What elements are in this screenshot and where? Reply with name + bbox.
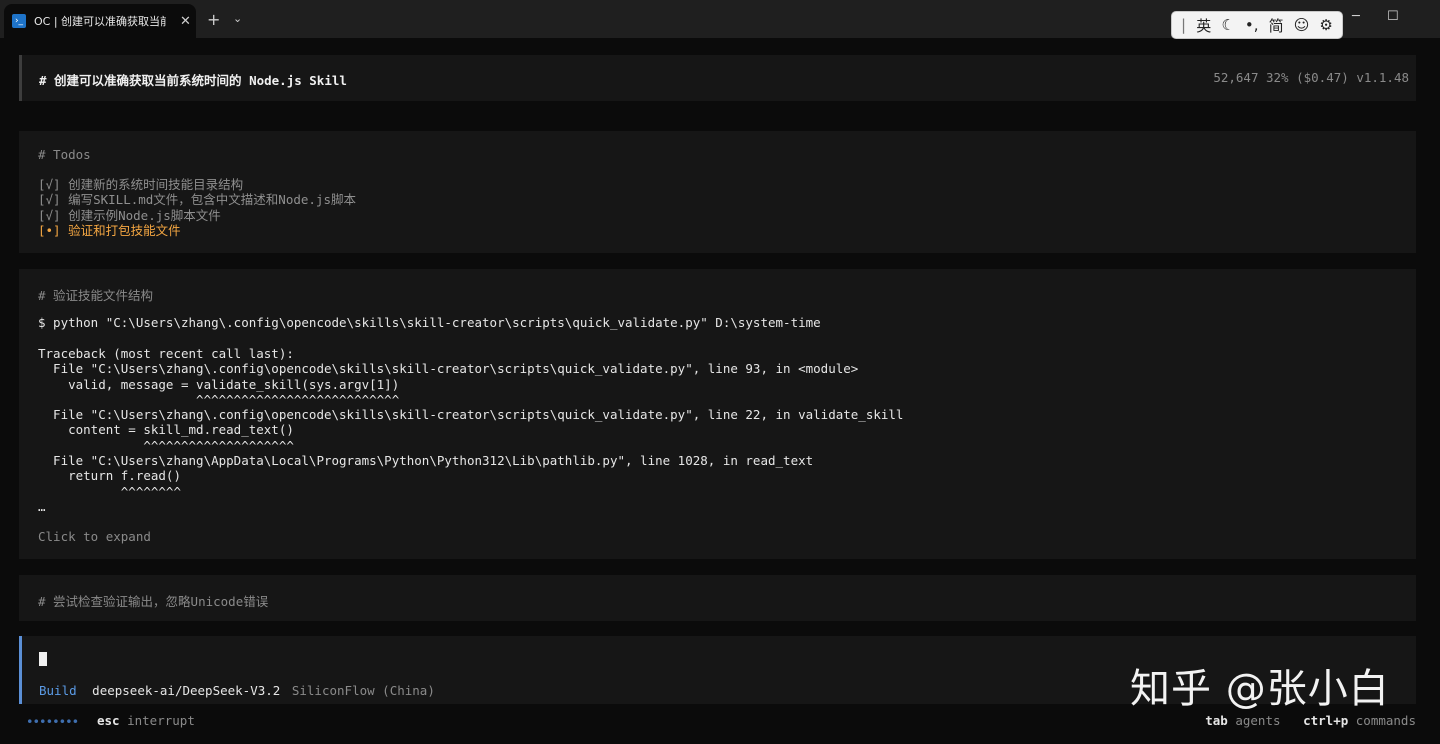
ime-language-toggle[interactable]: 英 (1196, 15, 1211, 36)
traceback-line: return f.read() (38, 468, 181, 484)
todo-item: [√] 创建示例Node.js脚本文件 (38, 207, 221, 223)
agent-mode[interactable]: Build (39, 683, 77, 698)
close-tab-icon[interactable]: ✕ (180, 14, 191, 29)
maximize-button[interactable]: ☐ (1387, 9, 1399, 24)
session-stats: 52,647 32% ($0.47) v1.1.48 (1213, 70, 1409, 85)
emoji-icon[interactable]: ☺ (1294, 16, 1310, 34)
expand-output-link[interactable]: Click to expand (38, 529, 151, 544)
esc-key: esc (97, 713, 120, 728)
try-title: # 尝试检查验证输出，忽略Unicode错误 (38, 594, 269, 609)
todo-item: [√] 编写SKILL.md文件，包含中文描述和Node.js脚本 (38, 192, 356, 208)
gear-icon[interactable]: ⚙ (1319, 16, 1332, 34)
footer-right-hints: tab agents ctrl+p commands (1205, 713, 1416, 728)
traceback-line: ^^^^^^^^^^^^^^^^^^^^ (38, 437, 294, 453)
moon-icon[interactable]: ☾ (1221, 16, 1234, 34)
traceback-line: ^^^^^^^^^^^^^^^^^^^^^^^^^^^ (38, 391, 400, 407)
model-name: deepseek-ai/DeepSeek-V3.2 (92, 683, 281, 698)
new-tab-button[interactable]: + (207, 10, 220, 29)
ime-simplified-toggle[interactable]: 简 (1269, 15, 1284, 36)
esc-desc: interrupt (127, 713, 195, 728)
traceback-line: valid, message = validate_skill(sys.argv… (38, 376, 400, 392)
ctrl-p-key: ctrl+p (1303, 713, 1349, 728)
footer-left-hints: esc interrupt (97, 713, 195, 728)
shell-command: $ python "C:\Users\zhang\.config\opencod… (38, 315, 821, 330)
minimize-button[interactable]: ─ (1352, 9, 1360, 24)
powershell-icon: ›_ (12, 14, 26, 28)
traceback-line: ^^^^^^^^ (38, 483, 181, 499)
ctrl-p-desc: commands (1355, 713, 1416, 728)
watermark: 知乎 @张小白 (1130, 666, 1390, 712)
traceback-output: Traceback (most recent call last): File … (38, 346, 903, 499)
try-block: # 尝试检查验证输出，忽略Unicode错误 (19, 575, 1416, 621)
validate-block[interactable]: # 验证技能文件结构 $ python "C:\Users\zhang\.con… (19, 269, 1416, 559)
output-ellipsis: … (38, 499, 46, 514)
ime-toolbar: | 英 ☾ •, 简 ☺ ⚙ (1171, 11, 1343, 39)
session-title: # 创建可以准确获取当前系统时间的 Node.js Skill (39, 73, 347, 88)
traceback-line: content = skill_md.read_text() (38, 422, 294, 438)
todo-list: [√] 创建新的系统时间技能目录结构 [√] 编写SKILL.md文件，包含中文… (38, 177, 356, 238)
tab-title: OC | 创建可以准确获取当前系统 (34, 15, 166, 28)
session-header: # 创建可以准确获取当前系统时间的 Node.js Skill 52,647 3… (19, 55, 1416, 101)
validate-title: # 验证技能文件结构 (38, 288, 154, 303)
traceback-line: File "C:\Users\zhang\.config\opencode\sk… (38, 361, 859, 377)
tab-key: tab (1205, 713, 1228, 728)
text-cursor (39, 652, 47, 666)
traceback-line: Traceback (most recent call last): (38, 346, 294, 361)
traceback-line: File "C:\Users\zhang\AppData\Local\Progr… (38, 453, 814, 469)
progress-dots-icon: •••••••• (26, 714, 79, 729)
todo-item: [√] 创建新的系统时间技能目录结构 (38, 177, 244, 192)
terminal-tab[interactable]: ›_ OC | 创建可以准确获取当前系统 ✕ (4, 4, 196, 38)
traceback-line: File "C:\Users\zhang\.config\opencode\sk… (38, 407, 904, 423)
ime-drag-handle[interactable]: | (1181, 16, 1186, 34)
chevron-down-icon[interactable]: ⌄ (233, 12, 242, 25)
tab-desc: agents (1235, 713, 1281, 728)
todo-item-active: [•] 验证和打包技能文件 (38, 222, 181, 238)
punctuation-icon[interactable]: •, (1245, 16, 1259, 34)
agent-model-line: Build deepseek-ai/DeepSeek-V3.2 SiliconF… (39, 683, 435, 698)
model-provider: SiliconFlow (China) (291, 683, 435, 698)
todos-block: # Todos [√] 创建新的系统时间技能目录结构 [√] 编写SKILL.m… (19, 131, 1416, 253)
todos-title: # Todos (38, 147, 91, 162)
